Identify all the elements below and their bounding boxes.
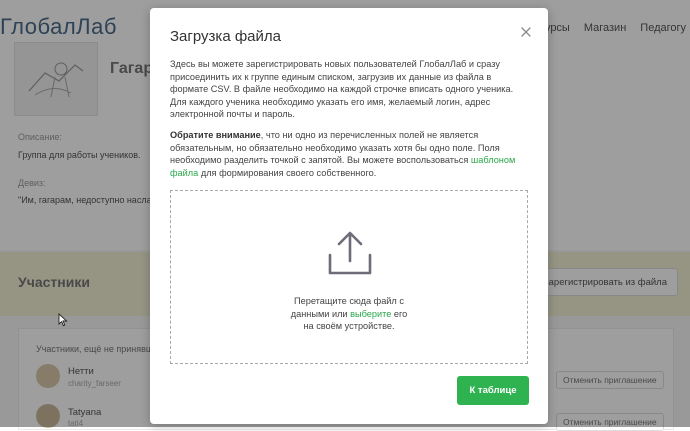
- drop-line-2-pre: данными или: [290, 308, 351, 319]
- drop-line-1: Перетащите сюда файл с: [294, 296, 404, 306]
- dropzone-instructions: Перетащите сюда файл с данными или выбер…: [171, 295, 527, 333]
- drop-line-3: на своём устройстве.: [303, 321, 395, 331]
- notice-bold: Обратите внимание: [170, 130, 261, 140]
- drop-line-2-post: его: [391, 308, 408, 319]
- notice-end: для формирования своего собственного.: [198, 167, 377, 178]
- choose-file-link[interactable]: выберите: [350, 309, 391, 319]
- upload-file-dialog: Загрузка файла Здесь вы можете зарегистр…: [150, 8, 548, 424]
- to-table-label: К таблице: [469, 385, 517, 396]
- dialog-title: Загрузка файла: [170, 28, 281, 45]
- drop-line-2: данными или выберите его: [171, 308, 527, 321]
- close-icon[interactable]: [518, 24, 534, 40]
- dialog-intro-text: Здесь вы можете зарегистрировать новых п…: [170, 59, 514, 120]
- upload-icon: [328, 231, 372, 275]
- file-dropzone[interactable]: Перетащите сюда файл с данными или выбер…: [170, 190, 528, 364]
- dialog-notice-text: Обратите внимание, что ни одно из перечи…: [170, 129, 530, 179]
- mouse-cursor-icon: [58, 313, 68, 327]
- to-table-button[interactable]: К таблице: [457, 376, 529, 405]
